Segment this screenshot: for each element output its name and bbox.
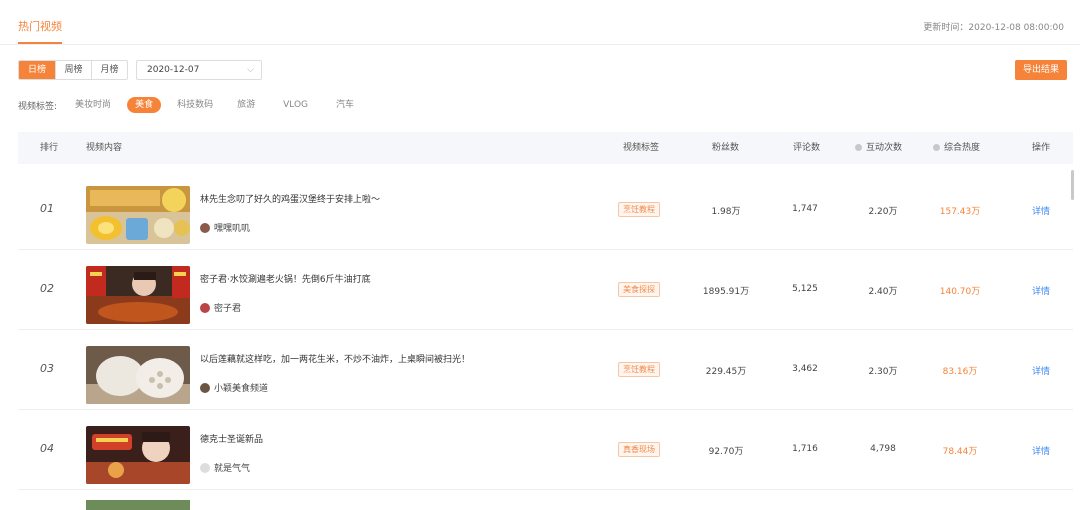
update-time: 更新时间：2020-12-08 08:00:00 xyxy=(923,23,1064,33)
fans-count: 1895.91万 xyxy=(702,287,750,297)
video-tag-badge: 烹饪教程 xyxy=(618,202,660,217)
fans-count: 92.70万 xyxy=(708,447,744,457)
comments-count: 5,125 xyxy=(792,284,818,294)
header-comments: 评论数 xyxy=(793,143,821,153)
author-name: 就是气气 xyxy=(214,464,251,474)
rank-number: 01 xyxy=(40,202,54,215)
header-fans: 粉丝数 xyxy=(712,143,740,153)
top-bar: 热门视频 更新时间：2020-12-08 08:00:00 xyxy=(0,0,1080,45)
avatar xyxy=(200,462,210,473)
video-title[interactable]: 以后莲藕就这样吃，加一两花生米，不炒不油炸，上桌瞬间被扫光！ xyxy=(200,352,470,365)
date-value: 2020-12-07 xyxy=(147,65,200,75)
author: 就是气气 xyxy=(200,461,250,474)
author-name: 小颖美食频道 xyxy=(214,384,269,394)
comments-count: 1,716 xyxy=(792,444,818,454)
table-row: 01 林先生念叨了好久的鸡蛋汉堡终于安排上啦～ 嘿嘿叽叽 烹饪教程 1.98万 … xyxy=(18,170,1073,250)
header-content: 视频内容 xyxy=(86,143,123,153)
detail-link[interactable]: 详情 xyxy=(1032,364,1050,377)
lotus-root-thumbnail[interactable] xyxy=(86,346,190,404)
period-monthly-button[interactable]: 月榜 xyxy=(91,61,127,79)
heat-value: 83.16万 xyxy=(942,367,978,377)
tag-tech[interactable]: 科技数码 xyxy=(169,97,221,113)
interactions-count: 2.20万 xyxy=(868,207,898,217)
tab-hot-videos[interactable]: 热门视频 xyxy=(18,18,62,34)
video-tag-badge: 真香现场 xyxy=(618,442,660,457)
avatar xyxy=(200,382,210,393)
tab-underline xyxy=(18,42,62,44)
export-button[interactable]: 导出结果 xyxy=(1015,60,1067,80)
comments-count: 3,462 xyxy=(792,364,818,374)
scrollbar[interactable] xyxy=(1071,170,1074,200)
rank-number: 02 xyxy=(40,282,54,295)
video-title[interactable]: 德克士圣诞新品 xyxy=(200,432,263,445)
burger-food-thumbnail[interactable] xyxy=(86,186,190,244)
header-rank: 排行 xyxy=(40,143,59,153)
table-row: 03 以后莲藕就这样吃，加一两花生米，不炒不油炸，上桌瞬间被扫光！ 小颖美食频道… xyxy=(18,330,1073,410)
tag-beauty[interactable]: 美妆时尚 xyxy=(67,97,119,113)
table-header: 排行 视频内容 视频标签 粉丝数 评论数 互动次数 综合热度 操作 xyxy=(18,132,1073,164)
fans-count: 229.45万 xyxy=(705,367,747,377)
video-title[interactable]: 林先生念叨了好久的鸡蛋汉堡终于安排上啦～ xyxy=(200,192,380,205)
tag-travel[interactable]: 旅游 xyxy=(229,97,263,113)
date-picker[interactable]: 2020-12-07 ⌵ xyxy=(136,60,262,80)
header-heat-label: 综合热度 xyxy=(944,143,981,153)
fans-count: 1.98万 xyxy=(711,207,741,217)
author-name: 密子君 xyxy=(214,304,242,314)
author: 小颖美食频道 xyxy=(200,381,268,394)
tags-label: 视频标签: xyxy=(18,101,58,112)
period-daily-button[interactable]: 日榜 xyxy=(19,61,55,79)
rank-number: 04 xyxy=(40,442,54,455)
period-selector: 日榜 周榜 月榜 xyxy=(18,60,128,80)
tag-vlog[interactable]: VLOG xyxy=(275,97,316,113)
hotpot-thumbnail[interactable] xyxy=(86,266,190,324)
video-tag-badge: 烹饪教程 xyxy=(618,362,660,377)
detail-link[interactable]: 详情 xyxy=(1032,284,1050,297)
video-tag-badge: 美食探探 xyxy=(618,282,660,297)
author-name: 嘿嘿叽叽 xyxy=(214,224,251,234)
info-icon xyxy=(933,144,940,151)
video-title[interactable]: 密子君·水饺涮遍老火锅！先倒6斤牛油打底 xyxy=(200,272,371,285)
detail-link[interactable]: 详情 xyxy=(1032,444,1050,457)
author: 密子君 xyxy=(200,301,241,314)
tag-food[interactable]: 美食 xyxy=(127,97,162,113)
rank-number: 03 xyxy=(40,362,54,375)
christmas-food-thumbnail[interactable] xyxy=(86,426,190,484)
interactions-count: 4,798 xyxy=(870,444,896,454)
comments-count: 1,747 xyxy=(792,204,818,214)
period-weekly-button[interactable]: 周榜 xyxy=(55,61,91,79)
avatar xyxy=(200,302,210,313)
heat-value: 140.70万 xyxy=(939,287,981,297)
heat-value: 157.43万 xyxy=(939,207,981,217)
tag-car[interactable]: 汽车 xyxy=(328,97,362,113)
info-icon xyxy=(855,144,862,151)
next-row-thumbnail xyxy=(86,500,190,510)
table-row: 02 密子君·水饺涮遍老火锅！先倒6斤牛油打底 密子君 美食探探 1895.91… xyxy=(18,250,1073,330)
chevron-down-icon: ⌵ xyxy=(247,65,254,75)
header-tag: 视频标签 xyxy=(623,143,660,153)
author: 嘿嘿叽叽 xyxy=(200,221,250,234)
header-interactions[interactable]: 互动次数 xyxy=(855,132,902,164)
avatar xyxy=(200,222,210,233)
interactions-count: 2.30万 xyxy=(868,367,898,377)
heat-value: 78.44万 xyxy=(942,447,978,457)
table-row: 04 德克士圣诞新品 就是气气 真香现场 92.70万 1,716 4,798 … xyxy=(18,410,1073,490)
detail-link[interactable]: 详情 xyxy=(1032,204,1050,217)
interactions-count: 2.40万 xyxy=(868,287,898,297)
header-heat[interactable]: 综合热度 xyxy=(933,132,980,164)
video-tag-filter: 视频标签: 美妆时尚 美食 科技数码 旅游 VLOG 汽车 xyxy=(18,97,370,113)
header-interactions-label: 互动次数 xyxy=(866,143,903,153)
header-action: 操作 xyxy=(1032,143,1051,153)
